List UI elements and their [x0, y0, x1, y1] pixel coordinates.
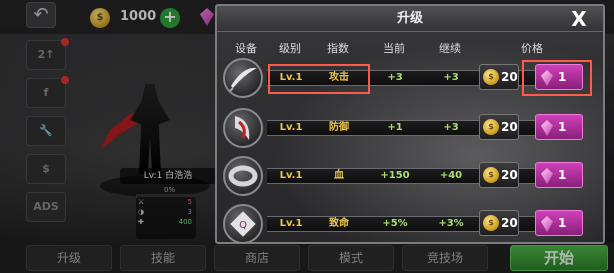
row-stat-name: 致命	[329, 218, 349, 229]
column-header-level: 级别	[279, 42, 301, 55]
highlight-box-level-attack	[268, 64, 370, 94]
row-current-value: +1	[387, 122, 403, 133]
gold-price-button[interactable]: $ 20	[479, 64, 519, 90]
upgrade-row: Q Lv.1 致命 +5% +3% $ 20 1	[217, 202, 603, 244]
gem-icon	[541, 216, 553, 232]
highlight-box-gem-price	[522, 60, 592, 96]
gem-price-button[interactable]: 1	[535, 114, 583, 140]
row-level: Lv.1	[279, 170, 303, 181]
rune-icon: Q	[223, 204, 263, 244]
gem-price-button[interactable]: 1	[535, 162, 583, 188]
gem-icon	[541, 168, 553, 184]
gold-price: 20	[501, 70, 518, 84]
gold-price: 20	[501, 168, 518, 182]
upgrade-modal: 升级 X 设备 级别 指数 当前 继续 价格 Lv.1 攻击 +3 +3 $ 2…	[215, 4, 605, 244]
blade-icon	[223, 58, 263, 98]
column-header-price: 价格	[521, 42, 543, 55]
gold-price-button[interactable]: $ 20	[479, 114, 519, 140]
row-current-value: +150	[380, 170, 410, 181]
gold-coin-icon: $	[483, 119, 499, 135]
upgrade-row: Lv.1 防御 +1 +3 $ 20 1	[217, 106, 603, 148]
shield-claw-icon	[223, 108, 263, 148]
gold-price-button[interactable]: $ 20	[479, 210, 519, 236]
row-next-value: +40	[439, 170, 463, 181]
gold-coin-icon: $	[483, 69, 499, 85]
gem-price: 1	[558, 168, 567, 182]
row-level: Lv.1	[279, 218, 303, 229]
modal-header: 升级 X	[217, 6, 603, 32]
row-next-value: +3%	[438, 218, 464, 229]
row-next-value: +3	[443, 122, 459, 133]
modal-title: 升级	[396, 11, 423, 26]
close-button[interactable]: X	[559, 8, 599, 30]
column-header-index: 指数	[327, 42, 349, 55]
row-current-value: +5%	[382, 218, 408, 229]
column-header-equipment: 设备	[235, 42, 257, 55]
gold-coin-icon: $	[483, 215, 499, 231]
gold-coin-icon: $	[483, 167, 499, 183]
svg-text:Q: Q	[239, 220, 247, 231]
gold-price: 20	[501, 120, 518, 134]
gold-price-button[interactable]: $ 20	[479, 162, 519, 188]
gem-price-button[interactable]: 1	[535, 210, 583, 236]
row-stat-name: 血	[334, 170, 344, 181]
gem-price: 1	[558, 120, 567, 134]
column-header-current: 当前	[383, 42, 405, 55]
row-current-value: +3	[387, 72, 403, 83]
ring-icon	[223, 156, 263, 196]
row-level: Lv.1	[279, 122, 303, 133]
row-stat-name: 防御	[329, 122, 349, 133]
row-next-value: +3	[443, 72, 459, 83]
gold-price: 20	[501, 216, 518, 230]
gem-price: 1	[558, 216, 567, 230]
column-header-continue: 继续	[439, 42, 461, 55]
gem-icon	[541, 120, 553, 136]
upgrade-row: Lv.1 血 +150 +40 $ 20 1	[217, 154, 603, 196]
